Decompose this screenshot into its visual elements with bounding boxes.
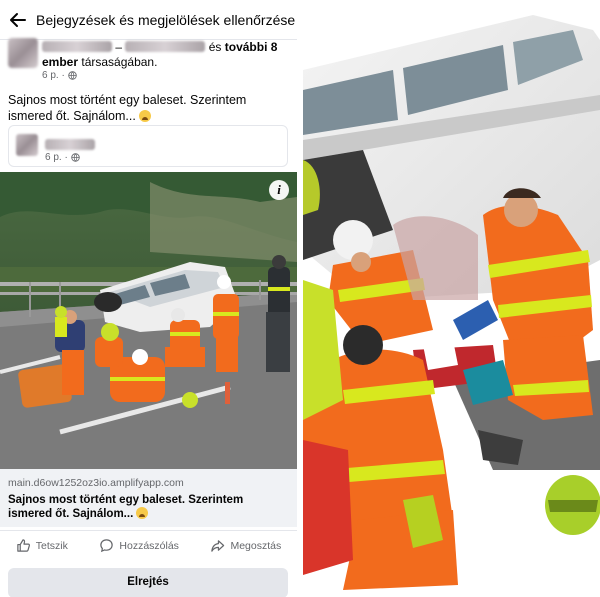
like-button[interactable]: Tetszik <box>16 538 68 553</box>
avatar[interactable] <box>8 38 38 68</box>
link-title: Sajnos most történt egy baleset. Szerint… <box>8 493 289 521</box>
share-arrow-icon <box>211 540 225 552</box>
blurred-name <box>45 139 95 150</box>
link-preview[interactable]: main.d6ow1252oz3io.amplifyapp.com Sajnos… <box>0 469 297 527</box>
crying-face-icon <box>139 110 152 122</box>
and-text: és <box>208 40 222 54</box>
blurred-tagged-name[interactable] <box>125 41 206 52</box>
facebook-post-panel: Bejegyzések és megjelölések ellenőrzése … <box>0 0 297 597</box>
avatar[interactable] <box>16 134 38 156</box>
comment-label: Hozzászólás <box>119 539 179 552</box>
globe-icon <box>68 71 77 80</box>
company-text: társaságában. <box>81 55 158 69</box>
comment-bubble-icon <box>100 539 114 553</box>
thumbs-up-icon <box>17 539 30 552</box>
time-label: 6 p. · <box>45 152 68 163</box>
shared-post-card[interactable]: 6 p. · <box>8 125 288 167</box>
post-author-line: – és további 8 ember társaságában. <box>42 40 292 70</box>
zoomed-photo-panel <box>303 0 600 597</box>
crying-face-icon <box>136 507 149 519</box>
post-actions: Tetszik Hozzászólás Megosztás <box>0 530 297 560</box>
time-label: 6 p. · <box>42 70 65 81</box>
top-bar: Bejegyzések és megjelölések ellenőrzése <box>0 0 297 40</box>
share-button[interactable]: Megosztás <box>210 538 281 553</box>
accident-scene-image <box>0 172 297 469</box>
share-label: Megosztás <box>230 539 282 552</box>
post-message: Sajnos most történt egy baleset. Szerint… <box>8 92 293 124</box>
accident-photo[interactable]: i <box>0 172 297 469</box>
post-time: 6 p. · <box>42 70 77 81</box>
link-domain: main.d6ow1252oz3io.amplifyapp.com <box>8 477 184 489</box>
like-label: Tetszik <box>35 539 68 552</box>
info-icon[interactable]: i <box>269 180 289 200</box>
globe-icon <box>71 153 80 162</box>
post-header: – és további 8 ember társaságában. 6 p. … <box>8 38 293 82</box>
page-title: Bejegyzések és megjelölések ellenőrzése <box>36 11 296 28</box>
post-message-text: Sajnos most történt egy baleset. Szerint… <box>8 93 247 123</box>
blurred-author-name[interactable] <box>42 41 112 52</box>
hide-button[interactable]: Elrejtés <box>8 568 288 597</box>
shared-post-time: 6 p. · <box>45 152 80 163</box>
back-arrow-icon[interactable] <box>8 10 28 30</box>
separator: – <box>115 40 123 54</box>
zoomed-accident-image <box>303 0 600 597</box>
link-title-text: Sajnos most történt egy baleset. Szerint… <box>8 494 244 520</box>
comment-button[interactable]: Hozzászólás <box>99 538 179 553</box>
